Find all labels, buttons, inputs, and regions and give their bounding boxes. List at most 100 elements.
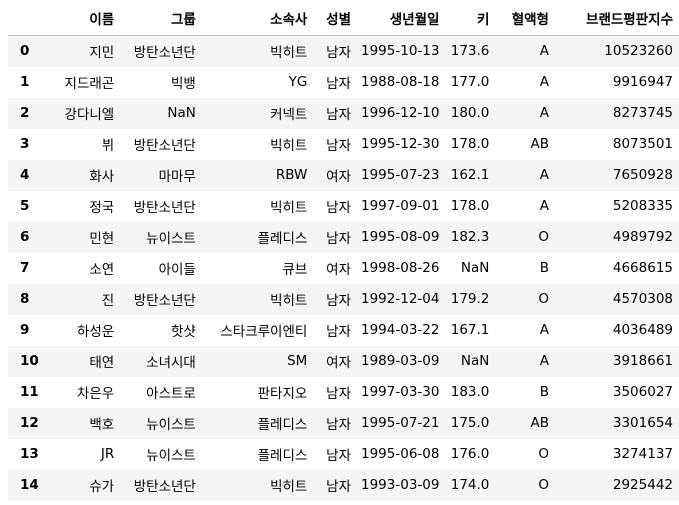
header-row: 이름 그룹 소속사 성별 생년월일 키 혈액형 브랜드평판지수 bbox=[8, 0, 679, 36]
cell-blood-type: A bbox=[539, 198, 549, 214]
cell-agency: 큐브 bbox=[282, 262, 308, 278]
cell-brand-index: 8273745 bbox=[612, 105, 673, 121]
cell-gender: 남자 bbox=[326, 76, 351, 92]
cell-gender: 여자 bbox=[326, 169, 351, 185]
cell-brand-index: 9916947 bbox=[612, 74, 673, 90]
cell-group: 빅뱅 bbox=[171, 76, 196, 92]
cell-gender: 여자 bbox=[326, 262, 351, 278]
cell-gender: 여자 bbox=[326, 355, 351, 371]
cell-birthdate: 1998-08-26 bbox=[361, 260, 440, 276]
cell-group: 방탄소년단 bbox=[133, 138, 196, 154]
cell-group: 소녀시대 bbox=[146, 355, 196, 371]
cell-name: 뷔 bbox=[101, 138, 115, 154]
table-row: 10 태연 소녀시대 SM 여자 1989-03-09 NaN A 3918661 bbox=[8, 345, 679, 377]
cell-group: 방탄소년단 bbox=[133, 45, 196, 62]
cell-agency: 플레디스 bbox=[257, 417, 308, 433]
table-row: 9 하성운 핫샷 스타크루이엔티 남자 1994-03-22 167.1 A 4036489 bbox=[8, 315, 679, 346]
cell-blood-type: A bbox=[539, 43, 549, 60]
cell-name: 지민 bbox=[89, 45, 115, 62]
cell-blood-type: B bbox=[539, 384, 549, 400]
table-row: 5 정국 방탄소년단 빅히트 남자 1997-09-01 178.0 A 5208335 bbox=[8, 191, 679, 222]
column-header-brand-index: 브랜드평판지수 bbox=[554, 0, 679, 36]
column-header-height: 키 bbox=[445, 0, 496, 36]
cell-brand-index: 7650928 bbox=[612, 167, 673, 183]
row-index: 11 bbox=[20, 384, 39, 400]
cell-blood-type: A bbox=[539, 353, 549, 369]
cell-gender: 남자 bbox=[326, 45, 351, 62]
column-header-gender: 성별 bbox=[313, 0, 357, 36]
row-index: 5 bbox=[20, 198, 30, 214]
cell-height: 180.0 bbox=[450, 105, 490, 121]
cell-birthdate: 1996-12-10 bbox=[361, 105, 440, 121]
cell-group: 뉴이스트 bbox=[146, 231, 196, 247]
cell-agency: SM bbox=[287, 353, 308, 369]
cell-brand-index: 3301654 bbox=[612, 415, 673, 431]
cell-gender: 남자 bbox=[326, 200, 351, 216]
table-row: 2 강다니엘 NaN 커넥트 남자 1996-12-10 180.0 A 8273745 bbox=[8, 97, 679, 129]
dataframe-output: 이름 그룹 소속사 성별 생년월일 키 혈액형 브랜드평판지수 0 지민 방탄소년단 빅히트 남자 19… bbox=[0, 0, 679, 505]
cell-gender: 남자 bbox=[326, 293, 351, 309]
column-header-agency: 소속사 bbox=[201, 0, 314, 36]
cell-agency: 빅히트 bbox=[270, 200, 308, 216]
cell-height: 179.2 bbox=[450, 291, 490, 307]
cell-height: 174.0 bbox=[450, 477, 490, 493]
cell-blood-type: B bbox=[539, 260, 549, 276]
cell-brand-index: 3274137 bbox=[612, 446, 673, 462]
cell-blood-type: A bbox=[539, 167, 549, 183]
cell-gender: 남자 bbox=[326, 107, 351, 123]
cell-brand-index: 4989792 bbox=[612, 229, 673, 245]
cell-name: 강다니엘 bbox=[64, 107, 115, 123]
cell-group: 마마무 bbox=[158, 169, 196, 185]
cell-brand-index: 4570308 bbox=[612, 291, 673, 307]
cell-name: 백호 bbox=[89, 417, 115, 433]
cell-agency: 빅히트 bbox=[270, 138, 308, 154]
cell-agency: 플레디스 bbox=[257, 231, 308, 247]
table-row: 14 슈가 방탄소년단 빅히트 남자 1993-03-09 174.0 O 2925442 bbox=[8, 469, 679, 501]
cell-brand-index: 3918661 bbox=[612, 353, 673, 369]
cell-agency: 판타지오 bbox=[257, 386, 308, 402]
cell-agency: 플레디스 bbox=[257, 448, 308, 464]
cell-group: 아이들 bbox=[158, 262, 196, 278]
cell-blood-type: A bbox=[539, 105, 549, 121]
cell-blood-type: A bbox=[539, 74, 549, 90]
cell-brand-index: 10523260 bbox=[604, 43, 673, 60]
cell-agency: 빅히트 bbox=[270, 45, 308, 62]
cell-group: 방탄소년단 bbox=[133, 200, 196, 216]
table-row: 6 민현 뉴이스트 플레디스 남자 1995-08-09 182.3 O 4989792 bbox=[8, 221, 679, 253]
cell-birthdate: 1995-07-23 bbox=[361, 167, 440, 183]
column-header-birthdate: 생년월일 bbox=[357, 0, 446, 36]
cell-birthdate: 1995-12-30 bbox=[361, 136, 440, 152]
cell-name: 태연 bbox=[89, 355, 115, 371]
table-row: 1 지드래곤 빅뱅 YG 남자 1988-08-18 177.0 A 9916947 bbox=[8, 67, 679, 98]
cell-blood-type: AB bbox=[530, 415, 549, 431]
table-row: 8 진 방탄소년단 빅히트 남자 1992-12-04 179.2 O 4570308 bbox=[8, 283, 679, 315]
cell-birthdate: 1995-10-13 bbox=[361, 43, 440, 60]
table-row: 11 차은우 아스트로 판타지오 남자 1997-03-30 183.0 B 3506027 bbox=[8, 377, 679, 408]
cell-name: 소연 bbox=[89, 262, 115, 278]
row-index: 7 bbox=[20, 260, 30, 276]
cell-blood-type: O bbox=[538, 446, 549, 462]
table-row: 12 백호 뉴이스트 플레디스 남자 1995-07-21 175.0 AB 3301654 bbox=[8, 407, 679, 439]
cell-birthdate: 1995-07-21 bbox=[361, 415, 440, 431]
row-index: 1 bbox=[20, 74, 30, 90]
cell-birthdate: 1995-08-09 bbox=[361, 229, 440, 245]
cell-name: 차은우 bbox=[76, 386, 115, 402]
cell-birthdate: 1994-03-22 bbox=[361, 322, 440, 338]
index-header bbox=[8, 0, 45, 36]
row-index: 10 bbox=[20, 353, 39, 369]
dataframe-table: 이름 그룹 소속사 성별 생년월일 키 혈액형 브랜드평판지수 0 지민 방탄소년단 빅히트 남자 19… bbox=[8, 0, 679, 501]
table-body: 0 지민 방탄소년단 빅히트 남자 1995-10-13 173.6 A 10523260 1 지드… bbox=[8, 35, 679, 501]
cell-name: 지드래곤 bbox=[64, 76, 115, 92]
cell-blood-type: A bbox=[539, 322, 549, 338]
row-index: 14 bbox=[20, 477, 39, 493]
cell-brand-index: 4036489 bbox=[612, 322, 673, 338]
table-row: 13 JR 뉴이스트 플레디스 남자 1995-06-08 176.0 O 3274137 bbox=[8, 439, 679, 470]
cell-birthdate: 1988-08-18 bbox=[361, 74, 440, 90]
row-index: 3 bbox=[20, 136, 30, 152]
table-header: 이름 그룹 소속사 성별 생년월일 키 혈액형 브랜드평판지수 bbox=[8, 0, 679, 36]
cell-height: 175.0 bbox=[450, 415, 490, 431]
cell-brand-index: 8073501 bbox=[612, 136, 673, 152]
cell-agency: YG bbox=[288, 74, 308, 90]
cell-group: 방탄소년단 bbox=[133, 293, 196, 309]
cell-gender: 남자 bbox=[326, 479, 351, 495]
